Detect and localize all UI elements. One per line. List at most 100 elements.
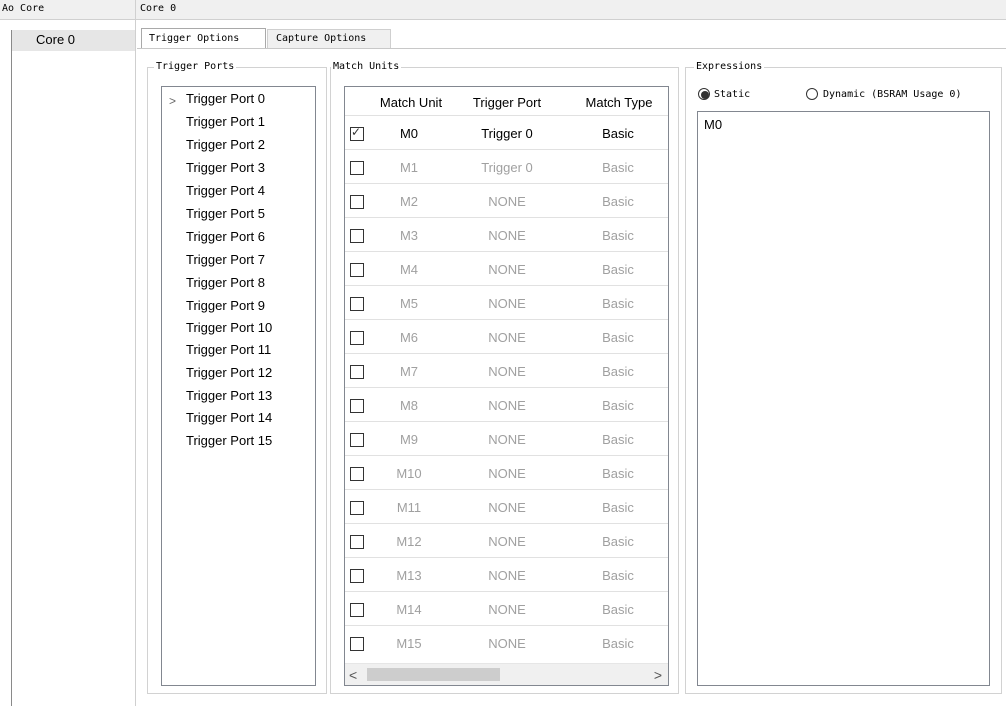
match-unit-cell: M7 (399, 364, 419, 379)
header-left-title: Ao Core (0, 0, 136, 20)
table-row[interactable]: M3 NONE Basic (345, 217, 668, 252)
match-type-cell: Basic (602, 636, 634, 651)
dynamic-radio[interactable] (806, 88, 818, 100)
trigger-port-cell: Trigger 0 (481, 126, 533, 141)
match-unit-checkbox[interactable] (350, 569, 364, 583)
header-trigger-port[interactable]: Trigger Port (457, 95, 557, 110)
static-radio[interactable] (698, 88, 710, 100)
header-match-unit[interactable]: Match Unit (365, 95, 457, 110)
expand-arrow-icon[interactable]: > (169, 94, 176, 108)
match-type-cell: Basic (602, 194, 634, 209)
scroll-right-icon[interactable]: > (654, 667, 662, 683)
horizontal-scrollbar[interactable]: < > (345, 663, 668, 685)
table-row[interactable]: M15 NONE Basic (345, 625, 668, 660)
match-units-title: Match Units (331, 61, 402, 72)
match-unit-cell: M2 (399, 194, 419, 209)
table-row[interactable]: M11 NONE Basic (345, 489, 668, 524)
match-unit-checkbox[interactable] (350, 365, 364, 379)
scroll-left-icon[interactable]: < (349, 667, 357, 683)
match-unit-cell: M12 (396, 534, 422, 549)
trigger-port-item[interactable]: Trigger Port 10 (186, 320, 272, 335)
trigger-port-cell: NONE (488, 500, 526, 515)
trigger-port-cell: NONE (488, 296, 526, 311)
match-unit-checkbox[interactable] (350, 399, 364, 413)
trigger-port-item[interactable]: Trigger Port 9 (186, 298, 265, 313)
match-unit-cell: M1 (399, 160, 419, 175)
table-row[interactable]: M12 NONE Basic (345, 523, 668, 558)
match-unit-cell: M13 (396, 568, 422, 583)
match-unit-cell: M10 (396, 466, 422, 481)
match-unit-checkbox[interactable] (350, 331, 364, 345)
match-type-cell: Basic (602, 500, 634, 515)
match-type-cell: Basic (602, 296, 634, 311)
trigger-port-item[interactable]: Trigger Port 7 (186, 252, 265, 267)
match-unit-checkbox[interactable] (350, 467, 364, 481)
match-unit-checkbox[interactable] (350, 637, 364, 651)
match-type-cell: Basic (602, 534, 634, 549)
trigger-port-item[interactable]: Trigger Port 15 (186, 433, 272, 448)
table-row[interactable]: M7 NONE Basic (345, 353, 668, 388)
match-unit-checkbox[interactable] (350, 297, 364, 311)
match-unit-cell: M3 (399, 228, 419, 243)
tab-trigger-options[interactable]: Trigger Options (141, 28, 266, 48)
match-type-cell: Basic (602, 432, 634, 447)
table-row[interactable]: M14 NONE Basic (345, 591, 668, 626)
match-type-cell: Basic (602, 126, 634, 141)
match-unit-checkbox[interactable] (350, 195, 364, 209)
trigger-port-item[interactable]: Trigger Port 8 (186, 275, 265, 290)
match-unit-checkbox[interactable] (350, 263, 364, 277)
match-unit-cell: M6 (399, 330, 419, 345)
expression-textarea[interactable]: M0 (697, 111, 990, 686)
match-type-cell: Basic (602, 602, 634, 617)
trigger-port-cell: NONE (488, 330, 526, 345)
tree-line (11, 30, 12, 706)
header-right-title: Core 0 (140, 3, 177, 14)
match-unit-checkbox[interactable] (350, 501, 364, 515)
scrollbar-thumb[interactable] (367, 668, 500, 681)
table-row[interactable]: M5 NONE Basic (345, 285, 668, 320)
table-row[interactable]: M10 NONE Basic (345, 455, 668, 490)
trigger-port-item[interactable]: Trigger Port 13 (186, 388, 272, 403)
table-row[interactable]: M13 NONE Basic (345, 557, 668, 592)
trigger-port-item[interactable]: Trigger Port 11 (186, 342, 271, 357)
table-row[interactable]: M9 NONE Basic (345, 421, 668, 456)
table-row[interactable]: M8 NONE Basic (345, 387, 668, 422)
match-units-table: Match Unit Trigger Port Match Type M0 Tri… (344, 86, 669, 686)
match-unit-checkbox[interactable] (350, 603, 364, 617)
trigger-port-item[interactable]: Trigger Port 4 (186, 183, 265, 198)
trigger-port-cell: Trigger 0 (481, 160, 533, 175)
match-unit-checkbox[interactable] (350, 433, 364, 447)
trigger-port-item[interactable]: Trigger Port 0 (186, 91, 265, 106)
tab-capture-options[interactable]: Capture Options (267, 29, 391, 48)
trigger-port-item[interactable]: Trigger Port 12 (186, 365, 272, 380)
trigger-port-item[interactable]: Trigger Port 14 (186, 410, 272, 425)
trigger-ports-list[interactable]: > Trigger Port 0 Trigger Port 1 Trigger Po… (161, 86, 316, 686)
table-row[interactable]: M2 NONE Basic (345, 183, 668, 218)
match-unit-cell: M4 (399, 262, 419, 277)
match-unit-checkbox[interactable] (350, 161, 364, 175)
table-row[interactable]: M1 Trigger 0 Basic (345, 149, 668, 184)
static-radio-label[interactable]: Static (714, 89, 750, 100)
header-match-type[interactable]: Match Type (570, 95, 668, 110)
tree-item-core-0[interactable]: Core 0 (12, 30, 135, 51)
table-row[interactable]: M6 NONE Basic (345, 319, 668, 354)
trigger-port-item[interactable]: Trigger Port 3 (186, 160, 265, 175)
match-unit-checkbox[interactable] (350, 535, 364, 549)
match-type-cell: Basic (602, 466, 634, 481)
trigger-port-cell: NONE (488, 262, 526, 277)
trigger-port-cell: NONE (488, 636, 526, 651)
trigger-port-item[interactable]: Trigger Port 1 (186, 114, 265, 129)
match-unit-checkbox[interactable] (350, 229, 364, 243)
dynamic-radio-label[interactable]: Dynamic (BSRAM Usage 0) (823, 89, 961, 100)
match-unit-checkbox[interactable] (350, 125, 364, 141)
table-row[interactable]: M0 Trigger 0 Basic (345, 115, 668, 150)
match-unit-cell: M5 (399, 296, 419, 311)
trigger-port-item[interactable]: Trigger Port 6 (186, 229, 265, 244)
match-type-cell: Basic (602, 330, 634, 345)
table-row[interactable]: M4 NONE Basic (345, 251, 668, 286)
tab-divider (137, 48, 1006, 49)
trigger-port-item[interactable]: Trigger Port 5 (186, 206, 265, 221)
trigger-port-cell: NONE (488, 534, 526, 549)
trigger-port-item[interactable]: Trigger Port 2 (186, 137, 265, 152)
match-type-cell: Basic (602, 262, 634, 277)
